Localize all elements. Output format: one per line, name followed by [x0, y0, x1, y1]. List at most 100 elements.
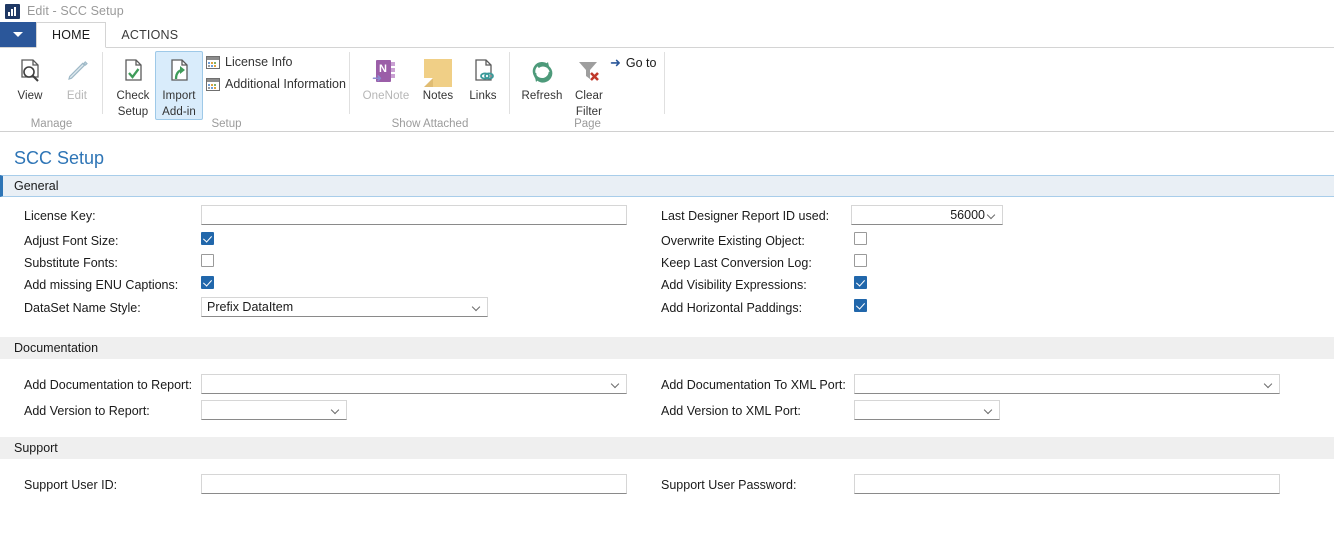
- section-support-fields: Support User ID: Support User Password:: [0, 459, 1334, 519]
- links-button-label: Links: [469, 90, 497, 102]
- field-last-designer-report-id-label: Last Designer Report ID used:: [661, 209, 830, 223]
- notes-button-label: Notes: [422, 90, 454, 102]
- section-header-documentation-label: Documentation: [14, 341, 99, 355]
- license-key-input[interactable]: [201, 205, 627, 225]
- field-license-key-label: License Key:: [24, 209, 96, 223]
- field-support-user-password: Support User Password:: [661, 478, 796, 492]
- window-title: Edit - SCC Setup: [27, 4, 124, 18]
- ribbon-tab-strip: HOME ACTIONS: [0, 22, 1334, 48]
- tab-actions[interactable]: ACTIONS: [106, 22, 193, 47]
- substitute-fonts-checkbox[interactable]: [201, 254, 214, 267]
- onenote-icon: N ➜: [359, 55, 413, 87]
- license-info-label: License Info: [225, 55, 293, 69]
- field-add-documentation-to-xml-port: Add Documentation To XML Port:: [661, 378, 846, 392]
- ribbon-group-page-label: Page: [574, 118, 601, 130]
- page-import-icon: [156, 55, 202, 87]
- pencil-icon: [54, 55, 100, 87]
- field-substitute-fonts-label: Substitute Fonts:: [24, 256, 118, 270]
- field-add-missing-enu-captions: Add missing ENU Captions:: [24, 278, 178, 292]
- view-button[interactable]: View: [6, 51, 54, 104]
- support-user-password-input[interactable]: [854, 474, 1280, 494]
- add-horizontal-paddings-checkbox[interactable]: [854, 299, 867, 312]
- add-missing-enu-captions-checkbox[interactable]: [201, 276, 214, 289]
- group-separator: [664, 52, 665, 114]
- tab-home[interactable]: HOME: [36, 22, 107, 48]
- arrow-right-icon: ➜: [610, 55, 621, 70]
- edit-button[interactable]: Edit: [53, 51, 101, 104]
- ribbon-group-page: Refresh Clear Filter ➜ Go to Page: [510, 48, 665, 132]
- add-documentation-to-xml-port-dropdown[interactable]: [854, 374, 1280, 394]
- field-add-horizontal-paddings-label: Add Horizontal Paddings:: [661, 301, 803, 315]
- table-grid-icon: [206, 55, 220, 69]
- add-version-to-xml-port-dropdown[interactable]: [854, 400, 1000, 420]
- clear-filter-icon: [566, 55, 612, 87]
- adjust-font-size-checkbox[interactable]: [201, 232, 214, 245]
- field-support-user-password-label: Support User Password:: [661, 478, 797, 492]
- links-button[interactable]: Links: [459, 51, 507, 104]
- field-add-documentation-to-report-label: Add Documentation to Report:: [24, 378, 193, 392]
- ribbon-group-manage: View Edit Manage: [0, 48, 103, 132]
- add-version-to-report-dropdown[interactable]: [201, 400, 347, 420]
- field-add-visibility-expressions: Add Visibility Expressions:: [661, 278, 807, 292]
- chevron-down-icon: [612, 380, 621, 389]
- table-grid-icon: [206, 77, 220, 91]
- go-to-button[interactable]: ➜ Go to: [610, 55, 656, 71]
- add-documentation-to-report-dropdown[interactable]: [201, 374, 627, 394]
- field-add-version-to-report-label: Add Version to Report:: [24, 404, 150, 418]
- field-keep-last-conversion-log: Keep Last Conversion Log:: [661, 256, 812, 270]
- chevron-down-icon: [332, 406, 341, 415]
- page-title: SCC Setup: [14, 148, 105, 168]
- field-add-documentation-to-report: Add Documentation to Report:: [24, 378, 192, 392]
- page-link-icon: [460, 55, 506, 87]
- dataset-name-style-value: Prefix DataItem: [207, 300, 294, 314]
- check-setup-button[interactable]: Check Setup: [109, 51, 157, 120]
- chevron-down-icon: [988, 211, 997, 220]
- support-user-id-input[interactable]: [201, 474, 627, 494]
- add-visibility-expressions-checkbox[interactable]: [854, 276, 867, 289]
- last-designer-report-id-value: 56000: [950, 208, 985, 222]
- refresh-icon: [519, 55, 565, 87]
- field-add-visibility-expressions-label: Add Visibility Expressions:: [661, 278, 807, 292]
- quick-access-dropdown-button[interactable]: [0, 22, 36, 47]
- tab-actions-label: ACTIONS: [121, 27, 179, 42]
- refresh-button[interactable]: Refresh: [518, 51, 566, 104]
- field-overwrite-existing-object-label: Overwrite Existing Object:: [661, 234, 805, 248]
- keep-last-conversion-log-checkbox[interactable]: [854, 254, 867, 267]
- ribbon-group-setup: Check Setup Import Add-in License Info A…: [103, 48, 350, 132]
- field-add-missing-enu-captions-label: Add missing ENU Captions:: [24, 278, 179, 292]
- chevron-down-icon: [13, 32, 23, 37]
- field-dataset-name-style-label: DataSet Name Style:: [24, 301, 141, 315]
- title-bar: Edit - SCC Setup: [0, 0, 1334, 22]
- dataset-name-style-dropdown[interactable]: Prefix DataItem: [201, 297, 488, 317]
- field-support-user-id: Support User ID:: [24, 478, 117, 492]
- clear-filter-button-label-1: Clear: [575, 90, 603, 102]
- field-adjust-font-size-label: Adjust Font Size:: [24, 234, 119, 248]
- field-last-designer-report-id: Last Designer Report ID used:: [661, 209, 829, 223]
- additional-information-button[interactable]: Additional Information: [206, 77, 346, 91]
- field-add-horizontal-paddings: Add Horizontal Paddings:: [661, 301, 802, 315]
- overwrite-existing-object-checkbox[interactable]: [854, 232, 867, 245]
- chevron-down-icon: [473, 303, 482, 312]
- field-overwrite-existing-object: Overwrite Existing Object:: [661, 234, 805, 248]
- bar-chart-icon: [5, 3, 20, 19]
- chevron-down-icon: [985, 406, 994, 415]
- section-documentation-fields: Add Documentation to Report: Add Version…: [0, 359, 1334, 437]
- clear-filter-button[interactable]: Clear Filter: [565, 51, 613, 120]
- refresh-button-label: Refresh: [521, 90, 563, 102]
- last-designer-report-id-dropdown[interactable]: 56000: [851, 205, 1003, 225]
- sticky-note-icon: [415, 55, 461, 87]
- section-header-general: General: [0, 175, 1334, 197]
- field-dataset-name-style: DataSet Name Style:: [24, 301, 141, 315]
- field-adjust-font-size: Adjust Font Size:: [24, 234, 119, 248]
- check-setup-button-label-1: Check: [116, 90, 150, 102]
- page-content: SCC Setup General License Key: Adjust Fo…: [0, 138, 1334, 551]
- notes-button[interactable]: Notes: [414, 51, 462, 104]
- section-header-support-label: Support: [14, 441, 58, 455]
- field-add-version-to-xml-port: Add Version to XML Port:: [661, 404, 801, 418]
- ribbon-group-setup-label: Setup: [211, 118, 242, 130]
- onenote-button[interactable]: N ➜ OneNote: [358, 51, 414, 104]
- import-addin-button[interactable]: Import Add-in: [155, 51, 203, 120]
- license-info-button[interactable]: License Info: [206, 55, 292, 69]
- section-general-fields: License Key: Adjust Font Size: Substitut…: [0, 197, 1334, 337]
- page-search-icon: [7, 55, 53, 87]
